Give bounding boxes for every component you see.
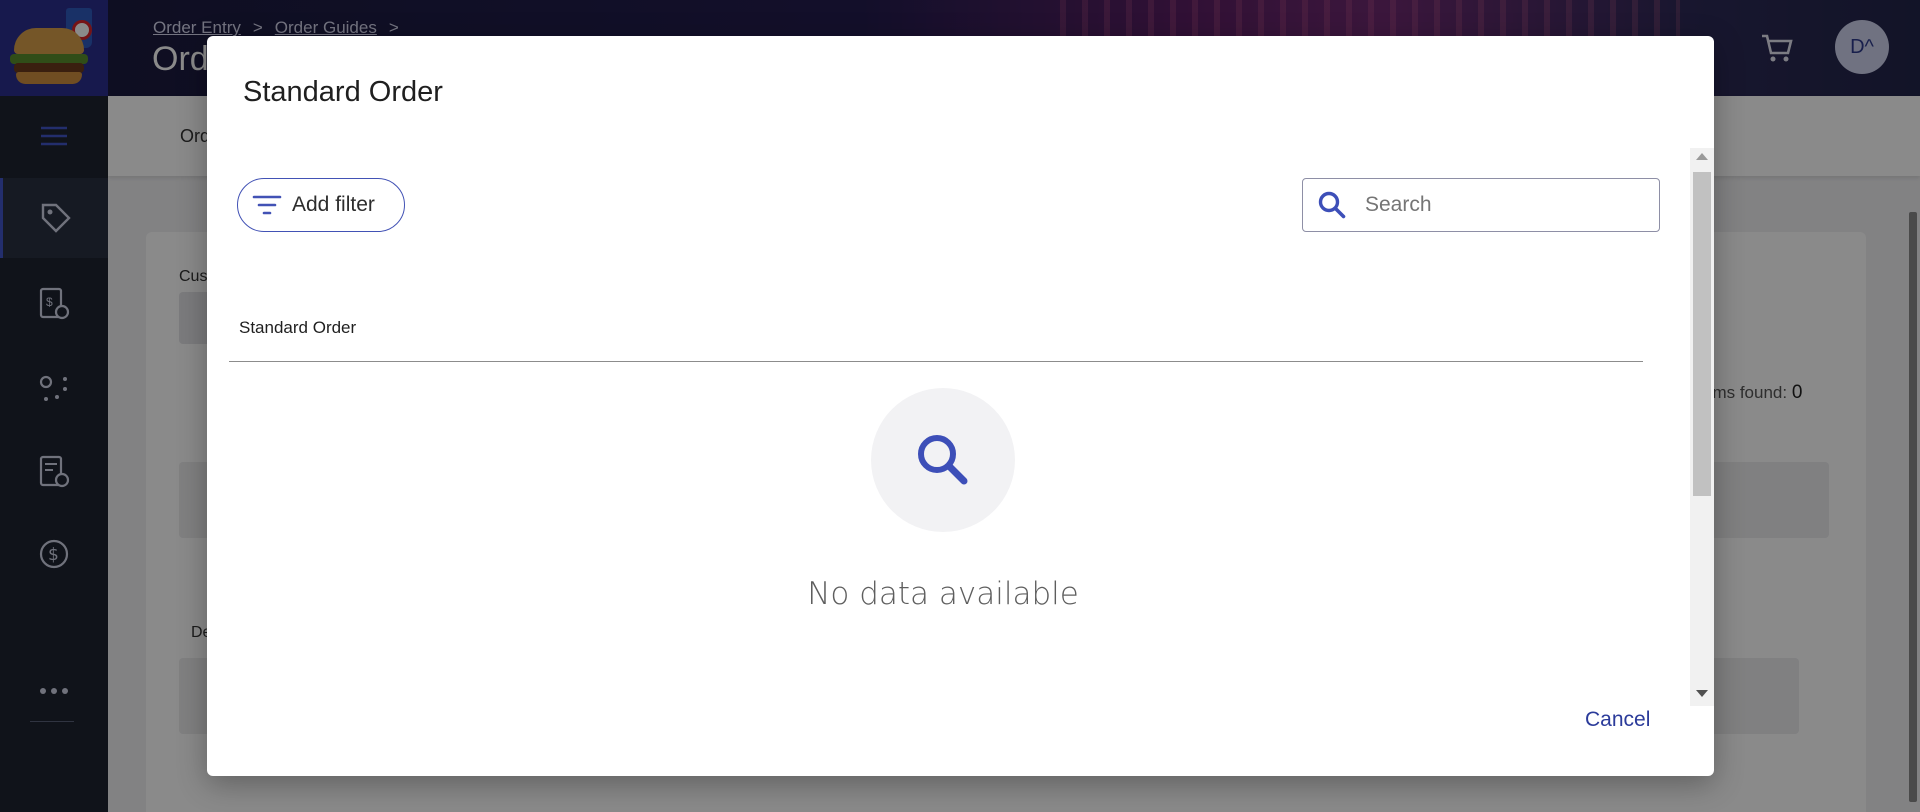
add-filter-button[interactable]: Add filter xyxy=(237,178,405,232)
dialog-body: Add filter Standard Order No data availa… xyxy=(225,148,1660,704)
search-field[interactable] xyxy=(1302,178,1660,232)
search-icon xyxy=(918,435,968,485)
scroll-up-arrow-icon[interactable] xyxy=(1696,153,1708,160)
filter-icon xyxy=(252,195,282,215)
empty-state-message: No data available xyxy=(807,576,1079,612)
search-icon xyxy=(1318,191,1346,219)
dialog-scrollbar[interactable] xyxy=(1690,148,1714,706)
search-input[interactable] xyxy=(1365,193,1635,217)
scroll-down-arrow-icon[interactable] xyxy=(1696,690,1708,697)
column-header-standard-order[interactable]: Standard Order xyxy=(239,318,356,338)
dialog-title: Standard Order xyxy=(243,76,443,108)
header-divider xyxy=(229,361,1643,362)
add-filter-label: Add filter xyxy=(292,193,375,216)
scrollbar-thumb[interactable] xyxy=(1693,172,1711,496)
standard-order-dialog: Standard Order Add filter Standard Order… xyxy=(207,36,1714,776)
empty-state-illustration xyxy=(871,388,1015,532)
cancel-button[interactable]: Cancel xyxy=(1585,708,1650,732)
